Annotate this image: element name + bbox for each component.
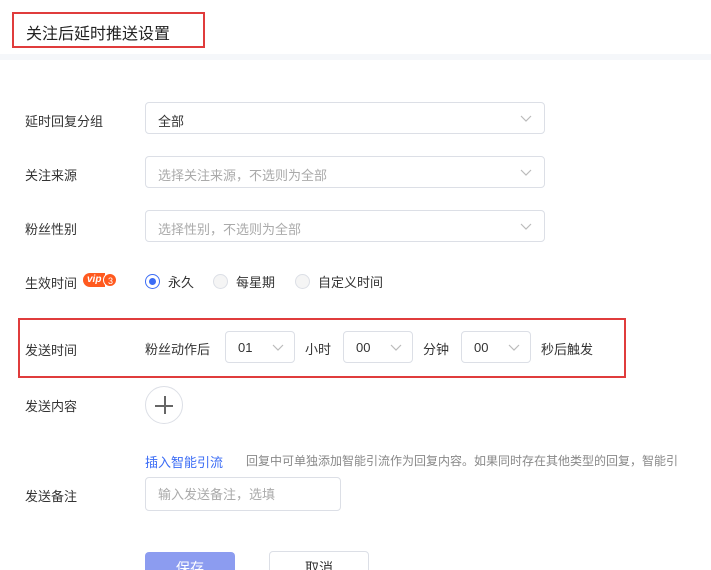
follow-source-label: 关注来源 <box>25 168 78 183</box>
insert-smart-traffic-link[interactable]: 插入智能引流 <box>145 452 223 471</box>
hours-value: 01 <box>238 340 253 355</box>
radio-custom-time-label: 自定义时间 <box>318 275 384 290</box>
minutes-value: 00 <box>356 340 371 355</box>
send-content-label: 发送内容 <box>25 399 78 414</box>
radio-circle <box>213 274 228 289</box>
add-content-button[interactable] <box>145 386 183 424</box>
send-remark-input[interactable] <box>145 477 341 511</box>
chevron-down-icon <box>520 223 532 230</box>
reply-group-select[interactable]: 全部 <box>145 102 545 134</box>
vip-level: 3 <box>103 273 118 287</box>
seconds-select[interactable]: 00 <box>461 331 531 363</box>
send-time-label: 发送时间 <box>25 343 78 358</box>
chevron-down-icon <box>508 344 520 351</box>
effective-time-label: 生效时间 <box>25 276 78 291</box>
fan-gender-select[interactable]: 选择性别，不选则为全部 <box>145 210 545 242</box>
reply-group-value: 全部 <box>158 114 185 129</box>
send-time-suffix: 秒后触发 <box>541 342 594 357</box>
vip-badge-text: vip <box>83 273 106 287</box>
radio-weekly-label: 每星期 <box>236 275 276 290</box>
minutes-select[interactable]: 00 <box>343 331 413 363</box>
chevron-down-icon <box>390 344 402 351</box>
seconds-value: 00 <box>474 340 489 355</box>
radio-weekly[interactable]: 每星期 <box>213 272 275 291</box>
radio-circle <box>295 274 310 289</box>
page-header: 关注后延时推送设置 <box>0 0 711 60</box>
fan-gender-label: 粉丝性别 <box>25 222 78 237</box>
send-content-hint: 回复中可单独添加智能引流作为回复内容。如果同时存在其他类型的回复，智能引 <box>246 454 679 468</box>
fan-gender-placeholder: 选择性别，不选则为全部 <box>158 222 302 237</box>
radio-custom-time[interactable]: 自定义时间 <box>295 272 383 291</box>
follow-source-placeholder: 选择关注来源，不选则为全部 <box>158 168 328 183</box>
radio-permanent-label: 永久 <box>168 275 195 290</box>
follow-source-select[interactable]: 选择关注来源，不选则为全部 <box>145 156 545 188</box>
chevron-down-icon <box>272 344 284 351</box>
chevron-down-icon <box>520 115 532 122</box>
save-button[interactable]: 保存 <box>145 552 235 570</box>
send-remark-label: 发送备注 <box>25 489 78 504</box>
send-time-prefix: 粉丝动作后 <box>145 342 211 357</box>
hours-unit: 小时 <box>305 342 332 357</box>
reply-group-label: 延时回复分组 <box>25 114 104 129</box>
vip-badge: vip 3 <box>83 272 118 288</box>
hours-select[interactable]: 01 <box>225 331 295 363</box>
radio-permanent[interactable]: 永久 <box>145 272 194 291</box>
radio-circle <box>145 274 160 289</box>
chevron-down-icon <box>520 169 532 176</box>
minutes-unit: 分钟 <box>423 342 450 357</box>
cancel-button[interactable]: 取消 <box>269 551 369 570</box>
page-title: 关注后延时推送设置 <box>26 26 171 43</box>
